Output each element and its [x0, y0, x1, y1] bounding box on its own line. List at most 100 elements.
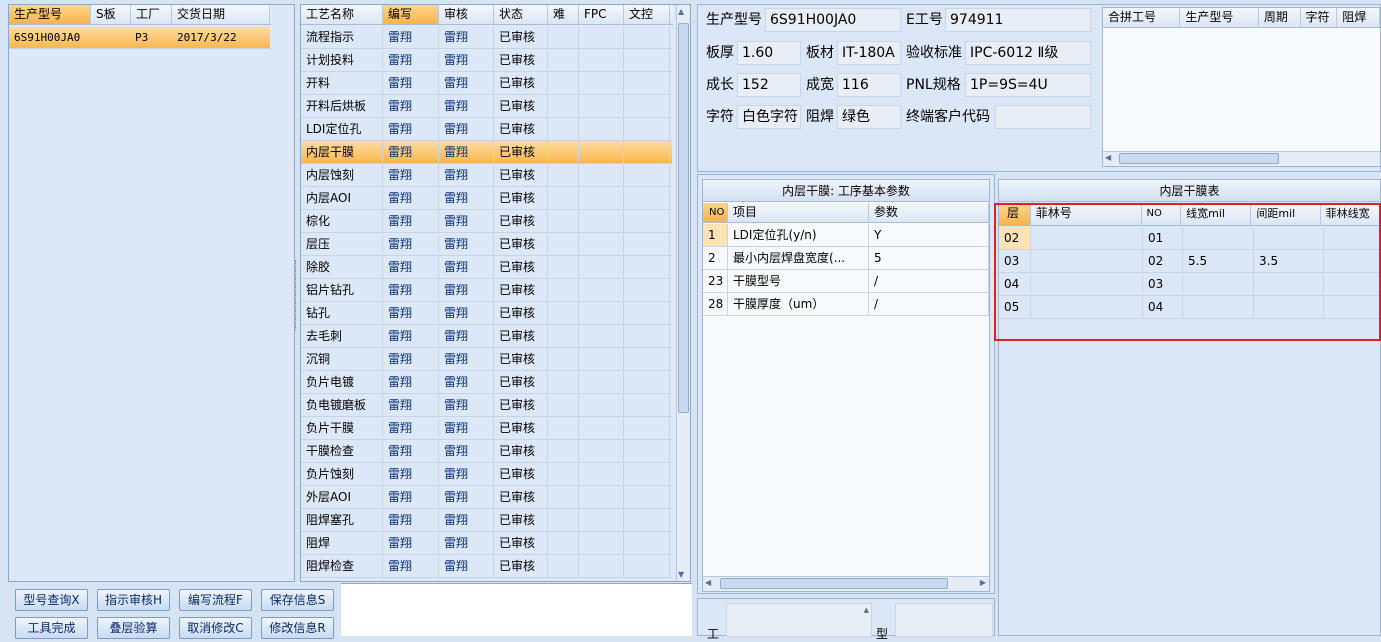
scroll-right-icon[interactable]: ▶ [980, 578, 986, 587]
cell-reviewer: 雷翔 [439, 256, 494, 278]
merge-hscroll[interactable]: ◀ [1103, 151, 1380, 166]
col-reviewer[interactable]: 审核 [439, 5, 494, 24]
col-status[interactable]: 状态 [494, 5, 548, 24]
model-query-button[interactable]: 型号查询X [15, 589, 88, 611]
cell-writer: 雷翔 [383, 141, 439, 163]
scroll-thumb[interactable] [720, 578, 948, 589]
cell-doc-control [624, 187, 670, 209]
scroll-up-icon[interactable]: ▲ [864, 606, 869, 614]
col-param[interactable]: 参数 [869, 203, 989, 222]
col-doc-control[interactable]: 文控 [624, 5, 670, 24]
table-row[interactable]: 开料后烘板 雷翔 雷翔 已审核 [301, 95, 672, 118]
scroll-down-icon[interactable]: ▼ [678, 570, 684, 579]
table-row[interactable]: 负片蚀刻 雷翔 雷翔 已审核 [301, 463, 672, 486]
table-row[interactable]: 外层AOI 雷翔 雷翔 已审核 [301, 486, 672, 509]
table-row[interactable]: 1 LDI定位孔(y/n) Y [703, 224, 989, 247]
thickness-field[interactable]: 1.60 [737, 41, 801, 65]
cell-status: 已审核 [494, 394, 548, 416]
cell-doc-control [624, 325, 670, 347]
cell-reviewer: 雷翔 [439, 348, 494, 370]
width-field[interactable]: 116 [837, 73, 901, 97]
table-row[interactable]: 钻孔 雷翔 雷翔 已审核 [301, 302, 672, 325]
cell-no: 23 [703, 270, 728, 292]
cell-writer: 雷翔 [383, 417, 439, 439]
table-row[interactable]: 流程指示 雷翔 雷翔 已审核 [301, 26, 672, 49]
col-writer[interactable]: 编写 [383, 5, 439, 24]
table-row[interactable]: 内层AOI 雷翔 雷翔 已审核 [301, 187, 672, 210]
table-row[interactable]: 负片干膜 雷翔 雷翔 已审核 [301, 417, 672, 440]
length-field[interactable]: 152 [737, 73, 801, 97]
col-fpc[interactable]: FPC [579, 5, 624, 24]
table-row[interactable]: 去毛刺 雷翔 雷翔 已审核 [301, 325, 672, 348]
col-part-no[interactable]: 生产型号 [9, 5, 91, 24]
table-row[interactable]: 开料 雷翔 雷翔 已审核 [301, 72, 672, 95]
pnl-field[interactable]: 1P=9S=4U [965, 73, 1091, 97]
col-mask[interactable]: 阻焊 [1337, 8, 1380, 27]
cell-reviewer: 雷翔 [439, 187, 494, 209]
customer-field[interactable] [995, 105, 1091, 129]
table-row[interactable]: 层压 雷翔 雷翔 已审核 [301, 233, 672, 256]
table-row[interactable]: 干膜检查 雷翔 雷翔 已审核 [301, 440, 672, 463]
scroll-left-icon[interactable]: ◀ [705, 578, 711, 587]
scroll-left-icon[interactable]: ◀ [1105, 153, 1111, 162]
table-row[interactable]: 棕化 雷翔 雷翔 已审核 [301, 210, 672, 233]
splitter-handle[interactable] [295, 260, 299, 330]
part-no-field[interactable]: 6S91H00JA0 [765, 8, 901, 32]
char-field[interactable]: 白色字符 [737, 105, 801, 129]
material-field[interactable]: IT-180A [837, 41, 901, 65]
table-row[interactable]: 铝片钻孔 雷翔 雷翔 已审核 [301, 279, 672, 302]
col-char[interactable]: 字符 [1301, 8, 1338, 27]
bottom-textarea-1[interactable]: ▲ [726, 603, 872, 637]
col-period[interactable]: 周期 [1259, 8, 1301, 27]
width-label: 成宽 [806, 77, 834, 93]
cell-param: Y [869, 224, 989, 246]
col-no[interactable]: NO [703, 203, 728, 222]
params-hscroll[interactable]: ◀ ▶ [703, 576, 989, 591]
e-no-field[interactable]: 974911 [945, 8, 1091, 32]
cell-process-name: 除胶 [301, 256, 383, 278]
bottom-textarea-2[interactable] [895, 603, 993, 637]
table-row[interactable]: LDI定位孔 雷翔 雷翔 已审核 [301, 118, 672, 141]
col-difficult[interactable]: 难 [548, 5, 579, 24]
table-row[interactable]: 内层干膜 雷翔 雷翔 已审核 [301, 141, 672, 164]
review-instruction-button[interactable]: 指示审核H [97, 589, 170, 611]
table-row[interactable]: 6S91H00JA0 P3 2017/3/22 [9, 27, 270, 49]
cell-difficult [548, 348, 579, 370]
table-row[interactable]: 28 干膜厚度（um） / [703, 293, 989, 316]
col-s-board[interactable]: S板 [91, 5, 131, 24]
table-row[interactable]: 2 最小内层焊盘宽度(... 5 [703, 247, 989, 270]
table-row[interactable]: 除胶 雷翔 雷翔 已审核 [301, 256, 672, 279]
scroll-thumb[interactable] [1119, 153, 1279, 164]
std-field[interactable]: IPC-6012 Ⅱ级 [965, 41, 1091, 65]
merge-grid: 合拼工号 生产型号 周期 字符 阻焊 ◀ [1102, 7, 1381, 167]
table-row[interactable]: 计划投料 雷翔 雷翔 已审核 [301, 49, 672, 72]
col-merge-part[interactable]: 生产型号 [1180, 8, 1259, 27]
col-delivery-date[interactable]: 交货日期 [172, 5, 270, 24]
save-info-button[interactable]: 保存信息S [261, 589, 334, 611]
write-flow-button[interactable]: 编写流程F [179, 589, 252, 611]
col-merge-no[interactable]: 合拼工号 [1103, 8, 1181, 27]
mask-field[interactable]: 绿色 [837, 105, 901, 129]
table-row[interactable]: 阻焊塞孔 雷翔 雷翔 已审核 [301, 509, 672, 532]
table-row[interactable]: 阻焊 雷翔 雷翔 已审核 [301, 532, 672, 555]
table-row[interactable]: 负电镀磨板 雷翔 雷翔 已审核 [301, 394, 672, 417]
table-row[interactable]: 23 干膜型号 / [703, 270, 989, 293]
scroll-thumb[interactable] [678, 23, 689, 413]
table-row[interactable]: 负片电镀 雷翔 雷翔 已审核 [301, 371, 672, 394]
col-factory[interactable]: 工厂 [131, 5, 172, 24]
cell-no: 28 [703, 293, 728, 315]
table-row[interactable]: 沉铜 雷翔 雷翔 已审核 [301, 348, 672, 371]
cell-fpc [579, 95, 624, 117]
table-row[interactable]: 阻焊检查 雷翔 雷翔 已审核 [301, 555, 672, 578]
cell-difficult [548, 394, 579, 416]
col-item[interactable]: 项目 [728, 203, 869, 222]
scroll-up-icon[interactable]: ▲ [678, 7, 684, 16]
cell-difficult [548, 256, 579, 278]
col-process-name[interactable]: 工艺名称 [301, 5, 383, 24]
cell-status: 已审核 [494, 279, 548, 301]
process-scrollbar[interactable]: ▲ ▼ [676, 5, 690, 581]
cell-writer: 雷翔 [383, 325, 439, 347]
table-row[interactable]: 内层蚀刻 雷翔 雷翔 已审核 [301, 164, 672, 187]
cell-status: 已审核 [494, 210, 548, 232]
cell-doc-control [624, 532, 670, 554]
